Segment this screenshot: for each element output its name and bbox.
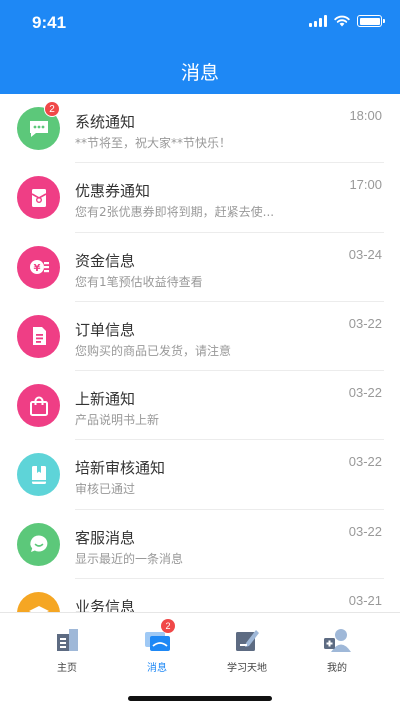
message-preview: 产品说明书上新 — [75, 413, 160, 428]
status-icons — [309, 15, 385, 27]
tab-label: 消息 — [147, 663, 167, 674]
message-item-new-arrivals[interactable]: 上新通知 产品说明书上新 03-22 — [0, 371, 400, 441]
message-item-system[interactable]: 2 系统通知 **节将至，祝大家**节快乐！ 18:00 — [0, 94, 400, 164]
message-preview: 您购买的商品已发货，请注意 — [75, 343, 232, 358]
home-indicator — [128, 696, 272, 701]
message-time: 03-22 — [348, 523, 382, 539]
svg-text:¥: ¥ — [33, 263, 40, 274]
book-icon — [17, 453, 60, 497]
tab-label: 学习天地 — [227, 663, 267, 674]
coupon-icon — [17, 176, 60, 220]
battery-icon — [357, 15, 385, 27]
message-title: 客服消息 — [75, 528, 136, 547]
message-preview: 显示最近的一条消息 — [75, 551, 184, 566]
home-building-icon — [52, 625, 82, 655]
message-time: 03-22 — [348, 315, 382, 331]
message-time: 18:00 — [349, 108, 382, 123]
message-time: 03-24 — [348, 246, 382, 262]
message-item-training-review[interactable]: 培新审核通知 审核已通过 03-22 — [0, 440, 400, 510]
tab-label: 主页 — [57, 663, 77, 674]
message-title: 业务信息 — [75, 598, 136, 612]
document-icon — [17, 314, 60, 358]
page-title: 消息 — [180, 62, 219, 84]
wifi-icon — [334, 15, 350, 27]
message-item-coupon[interactable]: 优惠券通知 您有2张优惠券即将到期，赶紧去使... 17:00 — [0, 163, 400, 233]
message-title: 资金信息 — [75, 251, 136, 270]
message-time: 03-22 — [348, 454, 382, 470]
tab-label: 我的 — [327, 663, 347, 674]
message-item-customer-service[interactable]: 客服消息 显示最近的一条消息 03-22 — [0, 510, 400, 580]
message-item-funds[interactable]: ¥ 资金信息 您有1笔预估收益待查看 03-24 — [0, 233, 400, 302]
message-preview: 审核已通过 — [75, 482, 136, 497]
message-time: 03-22 — [348, 385, 382, 401]
shopping-bag-icon — [17, 384, 60, 428]
money-icon: ¥ — [17, 245, 60, 289]
message-list[interactable]: 2 系统通知 **节将至，祝大家**节快乐！ 18:00 优惠券通知 您有2张优… — [0, 94, 400, 612]
study-edit-icon — [232, 625, 262, 655]
message-item-order[interactable]: 订单信息 您购买的商品已发货，请注意 03-22 — [0, 302, 400, 372]
tab-profile[interactable]: 我的 — [287, 625, 387, 674]
unread-badge: 2 — [161, 619, 175, 633]
message-title: 上新通知 — [75, 390, 136, 409]
chat-icon — [17, 522, 60, 566]
message-time: 03-21 — [348, 593, 382, 609]
tab-messages[interactable]: 2 消息 — [107, 619, 207, 674]
message-icon: 2 — [142, 619, 175, 655]
unread-badge: 2 — [44, 101, 60, 117]
graduation-cap-icon — [17, 592, 60, 612]
header-bar: 9:41 消息 — [0, 0, 400, 94]
message-preview: 您有2张优惠券即将到期，赶紧去使... — [75, 205, 275, 220]
signal-icon — [309, 15, 327, 27]
message-preview: **节将至，祝大家**节快乐！ — [75, 136, 232, 150]
message-title: 订单信息 — [75, 320, 136, 339]
tab-study[interactable]: 学习天地 — [197, 625, 297, 674]
tab-home[interactable]: 主页 — [17, 625, 117, 674]
message-preview: 您有1笔预估收益待查看 — [75, 274, 203, 289]
message-item-business[interactable]: 业务信息 03-21 — [0, 579, 400, 612]
message-title: 系统通知 — [75, 113, 136, 131]
profile-icon — [322, 625, 352, 655]
message-time: 17:00 — [349, 177, 382, 193]
message-title: 优惠券通知 — [75, 182, 151, 201]
status-time: 9:41 — [32, 13, 67, 32]
message-title: 培新审核通知 — [75, 459, 166, 478]
